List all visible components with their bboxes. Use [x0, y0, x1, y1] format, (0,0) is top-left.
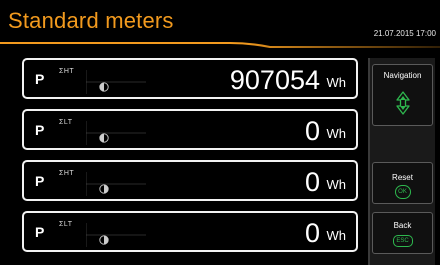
up-down-arrows-icon	[395, 91, 410, 115]
half-circle-icon	[99, 82, 109, 92]
meter-grid-lines	[86, 223, 146, 247]
meter-symbol: P	[35, 71, 45, 87]
meter-tag: ΣLT	[59, 119, 73, 126]
meter-value: 0	[304, 218, 320, 248]
meter-unit: Wh	[326, 228, 347, 243]
meter-grid-lines	[86, 70, 146, 94]
half-circle-icon	[99, 133, 109, 143]
header-underline	[0, 42, 440, 48]
ok-key[interactable]: OK	[394, 185, 411, 199]
meter-value: 0	[304, 167, 320, 197]
meter-symbol: P	[35, 173, 45, 189]
datetime: 21.07.2015 17:00	[373, 29, 436, 38]
header: Standard meters 21.07.2015 17:00	[0, 0, 440, 48]
reset-button[interactable]: Reset OK	[372, 162, 433, 204]
meter-grid-lines	[86, 121, 146, 145]
navigation-button[interactable]: Navigation	[372, 64, 433, 126]
meter-tag: ΣLT	[59, 221, 73, 228]
half-circle-icon	[99, 184, 109, 194]
reset-label: Reset	[392, 173, 413, 182]
meter-unit: Wh	[326, 75, 347, 90]
back-label: Back	[393, 221, 412, 230]
meter-symbol: P	[35, 224, 45, 240]
navigation-label: Navigation	[383, 71, 422, 80]
meter-value: 907054	[229, 65, 320, 95]
meter-unit: Wh	[326, 177, 347, 192]
page-title: Standard meters	[8, 8, 174, 33]
back-button[interactable]: Back ESC	[372, 212, 433, 254]
meter-row-2[interactable]: P ΣLT 0 Wh	[22, 109, 358, 150]
meter-tag: ΣHT	[59, 68, 75, 75]
meter-unit: Wh	[326, 126, 347, 141]
meter-symbol: P	[35, 122, 45, 138]
esc-key[interactable]: ESC	[392, 235, 413, 247]
meter-row-1[interactable]: P ΣHT 907054 Wh	[22, 58, 358, 99]
half-circle-icon	[99, 235, 109, 245]
meter-row-3[interactable]: P ΣHT 0 Wh	[22, 160, 358, 201]
meter-value: 0	[304, 116, 320, 146]
meter-tag: ΣHT	[59, 170, 75, 177]
side-panel: Navigation Reset OK Back ESC	[368, 58, 435, 265]
meter-row-4[interactable]: P ΣLT 0 Wh	[22, 211, 358, 252]
meter-grid-lines	[86, 172, 146, 196]
